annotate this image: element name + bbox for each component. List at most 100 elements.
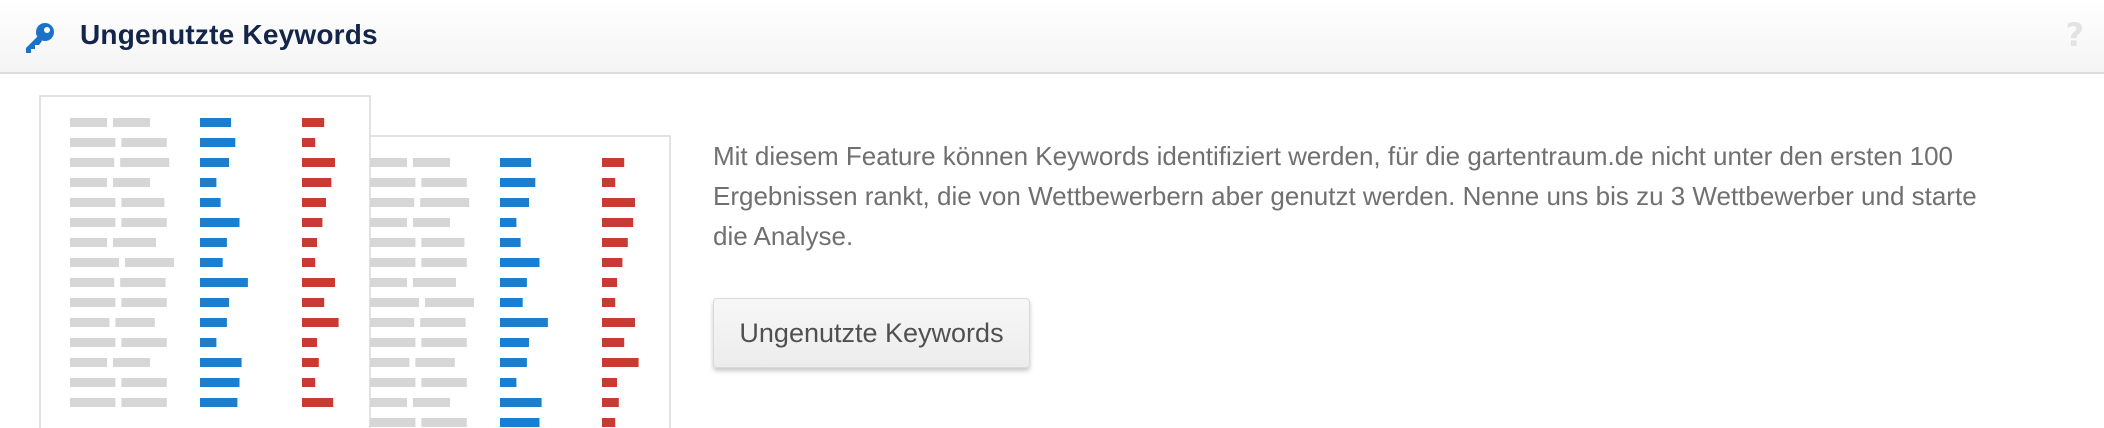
- placeholder-label: [370, 298, 419, 307]
- blue-bar: [200, 238, 227, 247]
- placeholder-label: [70, 318, 110, 327]
- red-bar: [602, 258, 623, 267]
- blue-bar: [500, 258, 540, 267]
- placeholder-label: [113, 238, 156, 247]
- placeholder-label: [125, 258, 174, 267]
- competitor-panel-back: [339, 135, 671, 428]
- placeholder-label: [421, 238, 465, 247]
- red-bar: [302, 358, 319, 367]
- placeholder-label: [121, 138, 167, 147]
- blue-bar: [200, 298, 229, 307]
- blue-bar: [200, 398, 238, 407]
- placeholder-label: [370, 398, 407, 407]
- competitor-panel-front: [39, 95, 371, 428]
- placeholder-label: [370, 238, 416, 247]
- placeholder-label: [421, 178, 467, 187]
- blue-bar: [500, 358, 527, 367]
- placeholder-label: [121, 338, 167, 347]
- placeholder-label: [413, 218, 450, 227]
- placeholder-label: [70, 218, 116, 227]
- placeholder-label: [70, 158, 115, 167]
- placeholder-label: [421, 418, 467, 427]
- blue-bar: [200, 178, 217, 187]
- blue-bar: [200, 218, 240, 227]
- blue-bar: [200, 278, 248, 287]
- placeholder-label: [370, 218, 407, 227]
- red-bar: [602, 238, 628, 247]
- unused-keywords-button[interactable]: Ungenutzte Keywords: [713, 298, 1030, 368]
- red-bar: [602, 398, 619, 407]
- placeholder-label: [70, 378, 116, 387]
- placeholder-label: [70, 138, 116, 147]
- red-bar: [302, 258, 316, 267]
- placeholder-label: [70, 258, 119, 267]
- placeholder-label: [113, 358, 150, 367]
- placeholder-label: [70, 398, 116, 407]
- placeholder-label: [413, 278, 456, 287]
- placeholder-label: [70, 118, 107, 127]
- red-bar: [602, 218, 634, 227]
- help-icon[interactable]: ?: [2065, 16, 2084, 54]
- blue-bar: [200, 338, 217, 347]
- placeholder-label: [370, 158, 407, 167]
- red-bar: [602, 278, 617, 287]
- placeholder-label: [370, 318, 415, 327]
- blue-bar: [500, 418, 540, 427]
- blue-bar: [200, 378, 240, 387]
- blue-bar: [500, 158, 532, 167]
- placeholder-label: [115, 318, 155, 327]
- keyword-comparison-illustration: [39, 95, 671, 428]
- blue-bar: [200, 158, 229, 167]
- placeholder-label: [370, 278, 407, 287]
- placeholder-label: [70, 178, 107, 187]
- placeholder-label: [370, 338, 416, 347]
- red-bar: [602, 378, 617, 387]
- placeholder-label: [70, 298, 116, 307]
- placeholder-label: [121, 198, 165, 207]
- placeholder-label: [113, 118, 150, 127]
- placeholder-label: [370, 198, 415, 207]
- placeholder-label: [370, 418, 416, 427]
- placeholder-label: [421, 378, 467, 387]
- red-bar: [302, 298, 325, 307]
- red-bar: [302, 378, 316, 387]
- placeholder-label: [420, 318, 466, 327]
- feature-description: Mit diesem Feature können Keywords ident…: [713, 141, 1977, 251]
- placeholder-label: [121, 298, 167, 307]
- placeholder-label: [121, 218, 167, 227]
- red-bar: [602, 158, 625, 167]
- red-bar: [302, 278, 335, 287]
- blue-bar: [200, 318, 227, 327]
- blue-bar: [500, 178, 536, 187]
- placeholder-label: [121, 378, 167, 387]
- placeholder-label: [425, 298, 474, 307]
- placeholder-label: [70, 358, 107, 367]
- red-bar: [602, 178, 616, 187]
- key-icon: [26, 23, 54, 53]
- placeholder-label: [120, 158, 170, 167]
- blue-bar: [500, 378, 517, 387]
- red-bar: [602, 318, 635, 327]
- blue-bar: [200, 118, 232, 127]
- blue-bar: [500, 238, 521, 247]
- red-bar: [302, 118, 325, 127]
- red-bar: [602, 338, 625, 347]
- placeholder-label: [370, 358, 410, 367]
- placeholder-label: [413, 158, 450, 167]
- placeholder-label: [70, 278, 115, 287]
- placeholder-label: [370, 258, 416, 267]
- placeholder-label: [421, 338, 467, 347]
- red-bar: [602, 198, 635, 207]
- placeholder-label: [421, 258, 467, 267]
- blue-bar: [200, 198, 221, 207]
- blue-bar: [500, 298, 523, 307]
- red-bar: [302, 138, 316, 147]
- red-bar: [602, 358, 639, 367]
- blue-bar: [200, 358, 242, 367]
- widget-header: Ungenutzte Keywords ?: [0, 0, 2104, 74]
- blue-bar: [200, 258, 223, 267]
- blue-bar: [500, 198, 529, 207]
- placeholder-label: [70, 338, 116, 347]
- placeholder-label: [113, 178, 150, 187]
- blue-bar: [200, 138, 236, 147]
